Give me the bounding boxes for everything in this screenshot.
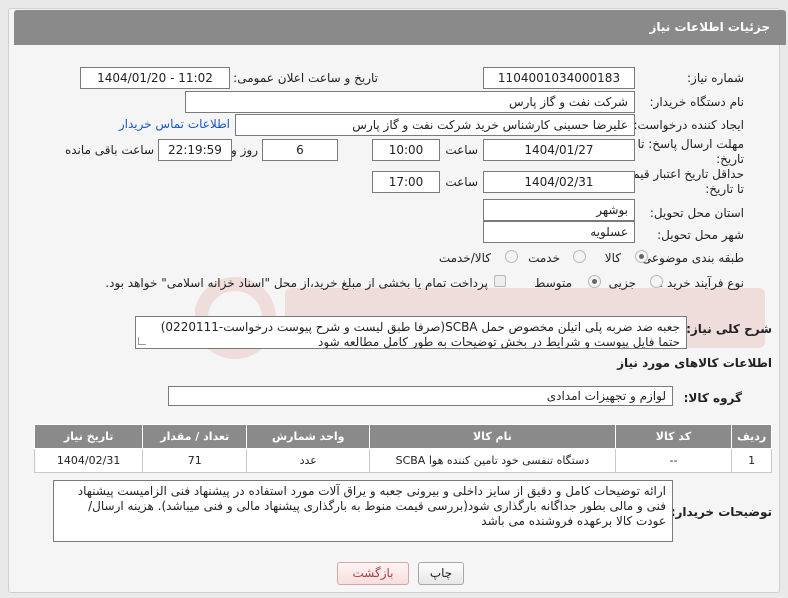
category-radio-service[interactable] bbox=[573, 250, 586, 263]
process-radio-minor[interactable] bbox=[650, 275, 663, 288]
city-label: شهر محل تحویل: bbox=[657, 228, 744, 242]
buyer-notes-label: توضیحات خریدار: bbox=[670, 505, 772, 519]
category-option-service: خدمت bbox=[528, 251, 560, 265]
col-row-number: ردیف bbox=[731, 424, 772, 449]
goods-group-field: لوازم و تجهیزات امدادی bbox=[168, 386, 673, 406]
creator-field: علیرضا حسینی کارشناس خرید شرکت نفت و گاز… bbox=[235, 114, 635, 136]
need-number-field: 1104001034000183 bbox=[483, 67, 635, 89]
print-button[interactable]: چاپ bbox=[418, 562, 464, 585]
announce-field: 1404/01/20 - 11:02 bbox=[80, 67, 230, 89]
announce-label: تاریخ و ساعت اعلان عمومی: bbox=[233, 71, 378, 85]
cell-unit: عدد bbox=[246, 448, 371, 473]
col-item-code: کد کالا bbox=[614, 424, 733, 449]
process-label: نوع فرآیند خرید : bbox=[659, 276, 744, 290]
creator-label: ایجاد کننده درخواست: bbox=[633, 118, 744, 132]
remaining-time-field: 22:19:59 bbox=[158, 139, 232, 161]
table-row: 1 -- دستگاه تنفسی خود تامین کننده هوا SC… bbox=[33, 448, 772, 473]
deadline-time-field: 10:00 bbox=[372, 139, 440, 161]
cell-item-name: دستگاه تنفسی خود تامین کننده هوا SCBA bbox=[369, 448, 616, 473]
category-label: طبقه بندی موضوعی: bbox=[637, 251, 744, 265]
col-item-name: نام کالا bbox=[369, 424, 616, 449]
summary-label: شرح کلی نیاز: bbox=[686, 322, 772, 336]
payment-checkbox[interactable] bbox=[494, 275, 506, 287]
province-label: استان محل تحویل: bbox=[649, 206, 744, 220]
deadline-date-field: 1404/01/27 bbox=[483, 139, 635, 161]
city-field: عسلویه bbox=[483, 221, 635, 243]
cell-item-code: -- bbox=[614, 448, 733, 473]
back-button[interactable]: بازگشت bbox=[337, 562, 409, 585]
buyer-notes-textarea: ارائه توضیحات کامل و دقیق از سایز داخلی … bbox=[53, 480, 673, 542]
category-option-goods: کالا bbox=[604, 251, 621, 265]
process-option-minor: جزیی bbox=[608, 276, 636, 290]
cell-quantity: 71 bbox=[142, 448, 248, 473]
page-title: جزئیات اطلاعات نیاز bbox=[649, 20, 770, 34]
goods-table: ردیف کد کالا نام کالا واحد شمارش تعداد /… bbox=[33, 424, 772, 473]
buyer-org-label: نام دستگاه خریدار: bbox=[649, 95, 745, 109]
category-option-goods-service: کالا/خدمت bbox=[438, 251, 491, 265]
process-radio-medium[interactable] bbox=[588, 275, 601, 288]
remaining-label: ساعت باقی مانده bbox=[64, 143, 154, 157]
days-label: روز و bbox=[231, 143, 258, 157]
need-number-label: شماره نیاز: bbox=[687, 71, 744, 85]
buyer-org-field: شرکت نفت و گاز پارس bbox=[185, 91, 635, 113]
panel-header: جزئیات اطلاعات نیاز bbox=[14, 10, 786, 45]
validity-time-field: 17:00 bbox=[372, 171, 440, 193]
category-radio-goods[interactable] bbox=[635, 250, 648, 263]
province-field: بوشهر bbox=[483, 199, 635, 221]
days-field: 6 bbox=[262, 139, 338, 161]
cell-need-date: 1404/02/31 bbox=[33, 448, 144, 473]
validity-date-field: 1404/02/31 bbox=[483, 171, 635, 193]
table-header-row: ردیف کد کالا نام کالا واحد شمارش تعداد /… bbox=[33, 424, 772, 449]
category-radio-goods-service[interactable] bbox=[505, 250, 518, 263]
validity-time-label: ساعت bbox=[445, 175, 478, 189]
goods-group-label: گروه کالا: bbox=[683, 391, 742, 405]
deadline-time-label: ساعت bbox=[445, 143, 478, 157]
col-need-date: تاریخ نیاز bbox=[33, 424, 144, 449]
process-option-medium: متوسط bbox=[534, 276, 572, 290]
payment-note: پرداخت تمام یا بخشی از مبلغ خرید،از محل … bbox=[105, 276, 488, 290]
col-unit: واحد شمارش bbox=[246, 424, 371, 449]
resize-handle[interactable] bbox=[138, 337, 146, 345]
cell-row-number: 1 bbox=[731, 448, 772, 473]
col-quantity: تعداد / مقدار bbox=[142, 424, 248, 449]
goods-info-title: اطلاعات کالاهای مورد نیاز bbox=[617, 356, 772, 370]
contact-info-link[interactable]: اطلاعات تماس خریدار bbox=[119, 117, 230, 131]
summary-textarea: جعبه ضد ضربه پلی اتیلن مخصوص حمل SCBA(صر… bbox=[135, 316, 687, 349]
deadline-label: مهلت ارسال پاسخ: تا تاریخ: bbox=[637, 137, 744, 166]
